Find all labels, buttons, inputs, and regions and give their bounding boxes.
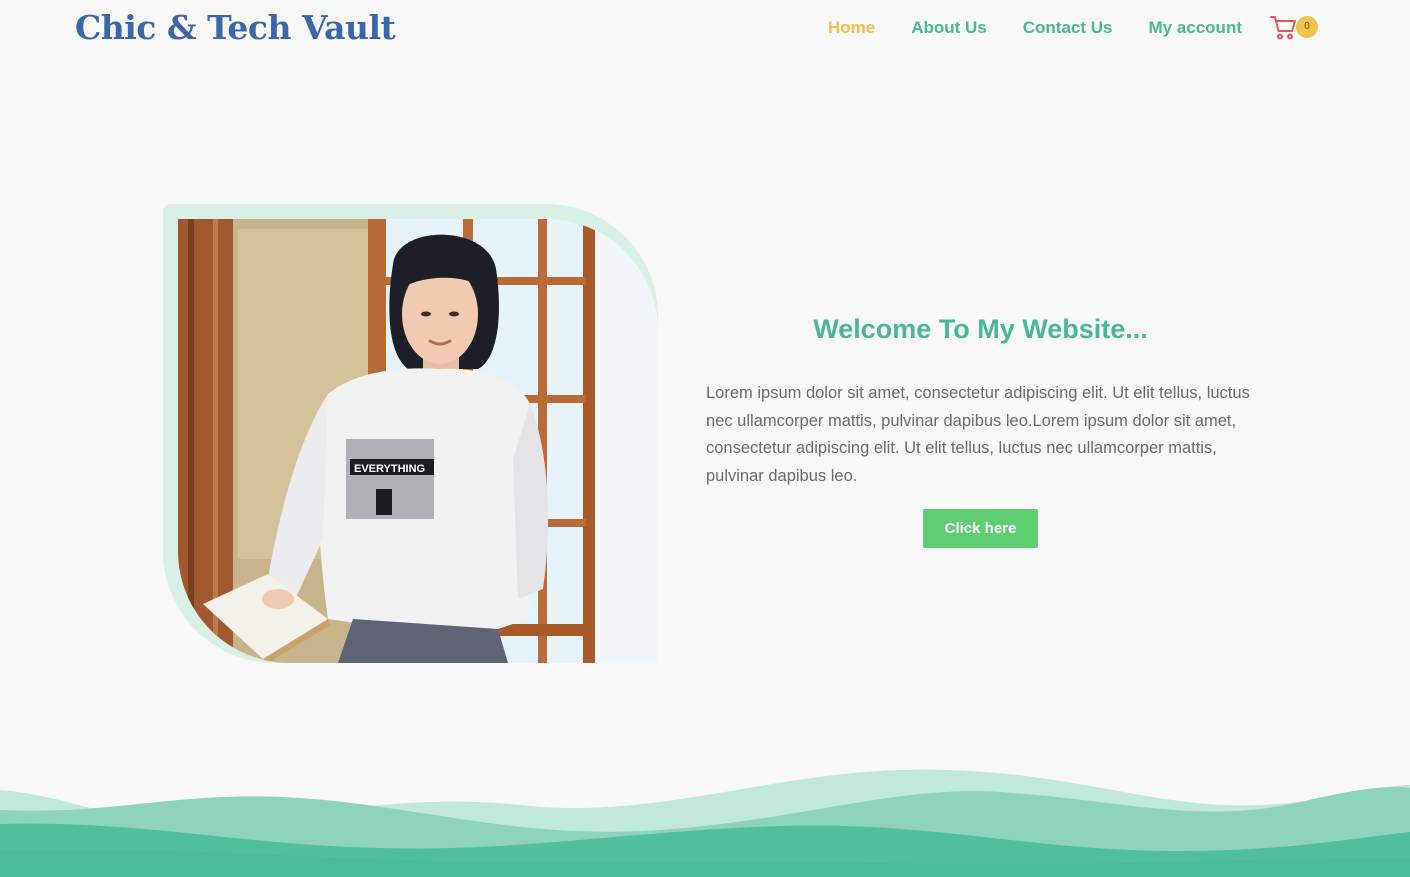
- click-here-button[interactable]: Click here: [923, 509, 1038, 548]
- nav-home[interactable]: Home: [828, 18, 875, 38]
- nav-my-account[interactable]: My account: [1148, 18, 1242, 38]
- nav-contact-us[interactable]: Contact Us: [1023, 18, 1113, 38]
- decorative-waves: [0, 769, 1410, 877]
- hero-paragraph: Lorem ipsum dolor sit amet, consectetur …: [706, 384, 1250, 485]
- hero-image: EVERYTHING: [178, 219, 658, 663]
- cart-count-badge: 0: [1296, 16, 1318, 38]
- hero-heading: Welcome To My Website...: [813, 314, 1148, 344]
- cart-button[interactable]: 0: [1270, 15, 1318, 41]
- main-nav: Home About Us Contact Us My account 0: [792, 16, 1318, 40]
- nav-about-us[interactable]: About Us: [911, 18, 987, 38]
- svg-text:EVERYTHING: EVERYTHING: [354, 463, 425, 475]
- page: Chic & Tech Vault Home About Us Contact …: [0, 0, 1410, 877]
- hero-photo-illustration: EVERYTHING: [178, 219, 658, 663]
- site-logo[interactable]: Chic & Tech Vault: [75, 8, 396, 47]
- cart-icon: [1270, 16, 1296, 40]
